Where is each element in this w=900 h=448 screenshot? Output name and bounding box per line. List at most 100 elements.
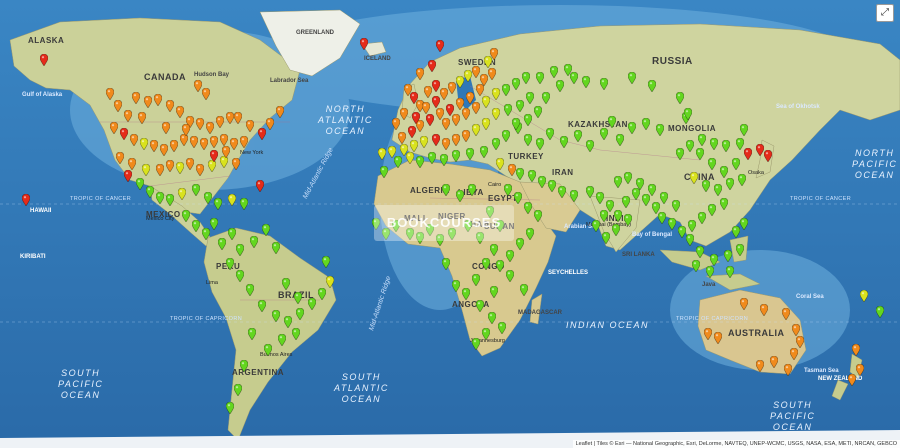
map-marker[interactable] <box>196 164 204 176</box>
map-marker[interactable] <box>196 118 204 130</box>
map-marker[interactable] <box>392 118 400 130</box>
map-marker[interactable] <box>150 140 158 152</box>
map-marker[interactable] <box>770 356 778 368</box>
map-marker[interactable] <box>556 80 564 92</box>
map-marker[interactable] <box>240 360 248 372</box>
map-marker[interactable] <box>146 186 154 198</box>
map-marker[interactable] <box>508 164 516 176</box>
map-marker[interactable] <box>698 134 706 146</box>
map-marker[interactable] <box>394 156 402 168</box>
map-marker[interactable] <box>526 92 534 104</box>
map-marker[interactable] <box>428 152 436 164</box>
map-marker[interactable] <box>502 84 510 96</box>
map-marker[interactable] <box>442 138 450 150</box>
map-marker[interactable] <box>472 338 480 350</box>
map-marker[interactable] <box>488 68 496 80</box>
map-marker[interactable] <box>732 158 740 170</box>
map-marker[interactable] <box>624 214 632 226</box>
map-marker[interactable] <box>586 186 594 198</box>
map-marker[interactable] <box>178 188 186 200</box>
map-marker[interactable] <box>524 114 532 126</box>
map-marker[interactable] <box>684 108 692 120</box>
map-marker[interactable] <box>546 128 554 140</box>
map-marker[interactable] <box>422 102 430 114</box>
map-marker[interactable] <box>536 138 544 150</box>
map-marker[interactable] <box>690 172 698 184</box>
map-marker[interactable] <box>264 344 272 356</box>
map-marker[interactable] <box>482 258 490 270</box>
map-marker[interactable] <box>468 184 476 196</box>
map-marker[interactable] <box>318 288 326 300</box>
map-marker[interactable] <box>648 184 656 196</box>
map-marker[interactable] <box>266 118 274 130</box>
map-marker[interactable] <box>504 184 512 196</box>
map-marker[interactable] <box>472 274 480 286</box>
map-marker[interactable] <box>308 298 316 310</box>
map-marker[interactable] <box>714 332 722 344</box>
map-marker[interactable] <box>550 66 558 78</box>
map-marker[interactable] <box>704 328 712 340</box>
map-marker[interactable] <box>408 126 416 138</box>
map-marker[interactable] <box>462 288 470 300</box>
map-marker[interactable] <box>284 316 292 328</box>
map-marker[interactable] <box>534 106 542 118</box>
map-marker[interactable] <box>726 266 734 278</box>
map-marker[interactable] <box>686 234 694 246</box>
map-marker[interactable] <box>192 184 200 196</box>
map-marker[interactable] <box>398 132 406 144</box>
map-marker[interactable] <box>658 212 666 224</box>
map-marker[interactable] <box>466 148 474 160</box>
map-marker[interactable] <box>136 178 144 190</box>
map-marker[interactable] <box>514 192 522 204</box>
map-marker[interactable] <box>258 300 266 312</box>
map-marker[interactable] <box>160 144 168 156</box>
map-marker[interactable] <box>784 364 792 376</box>
map-marker[interactable] <box>452 114 460 126</box>
map-marker[interactable] <box>756 360 764 372</box>
map-marker[interactable] <box>294 292 302 304</box>
map-marker[interactable] <box>512 78 520 90</box>
map-marker[interactable] <box>166 194 174 206</box>
map-marker[interactable] <box>608 116 616 128</box>
map-marker[interactable] <box>326 276 334 288</box>
map-marker[interactable] <box>250 236 258 248</box>
map-marker[interactable] <box>586 140 594 152</box>
map-marker[interactable] <box>228 228 236 240</box>
map-marker[interactable] <box>512 118 520 130</box>
map-marker[interactable] <box>378 148 386 160</box>
map-marker[interactable] <box>714 184 722 196</box>
map-marker[interactable] <box>496 158 504 170</box>
map-marker[interactable] <box>234 384 242 396</box>
map-marker[interactable] <box>210 150 218 162</box>
map-marker[interactable] <box>488 312 496 324</box>
map-marker[interactable] <box>204 192 212 204</box>
map-marker[interactable] <box>246 120 254 132</box>
map-marker[interactable] <box>876 306 884 318</box>
map-marker[interactable] <box>236 244 244 256</box>
map-marker[interactable] <box>230 138 238 150</box>
map-marker[interactable] <box>192 220 200 232</box>
map-marker[interactable] <box>476 300 484 312</box>
map-marker[interactable] <box>860 290 868 302</box>
map-marker[interactable] <box>322 256 330 268</box>
map-marker[interactable] <box>476 84 484 96</box>
map-marker[interactable] <box>420 136 428 148</box>
map-marker[interactable] <box>200 138 208 150</box>
map-marker[interactable] <box>154 94 162 106</box>
map-marker[interactable] <box>182 210 190 222</box>
map-marker[interactable] <box>490 244 498 256</box>
map-marker[interactable] <box>628 72 636 84</box>
map-marker[interactable] <box>248 328 256 340</box>
map-marker[interactable] <box>262 224 270 236</box>
map-marker[interactable] <box>744 148 752 160</box>
map-marker[interactable] <box>412 112 420 124</box>
map-marker[interactable] <box>524 202 532 214</box>
map-marker[interactable] <box>156 164 164 176</box>
map-marker[interactable] <box>462 130 470 142</box>
map-marker[interactable] <box>110 122 118 134</box>
map-marker[interactable] <box>492 108 500 120</box>
map-marker[interactable] <box>696 148 704 160</box>
map-marker[interactable] <box>424 86 432 98</box>
map-marker[interactable] <box>616 134 624 146</box>
map-marker[interactable] <box>116 152 124 164</box>
